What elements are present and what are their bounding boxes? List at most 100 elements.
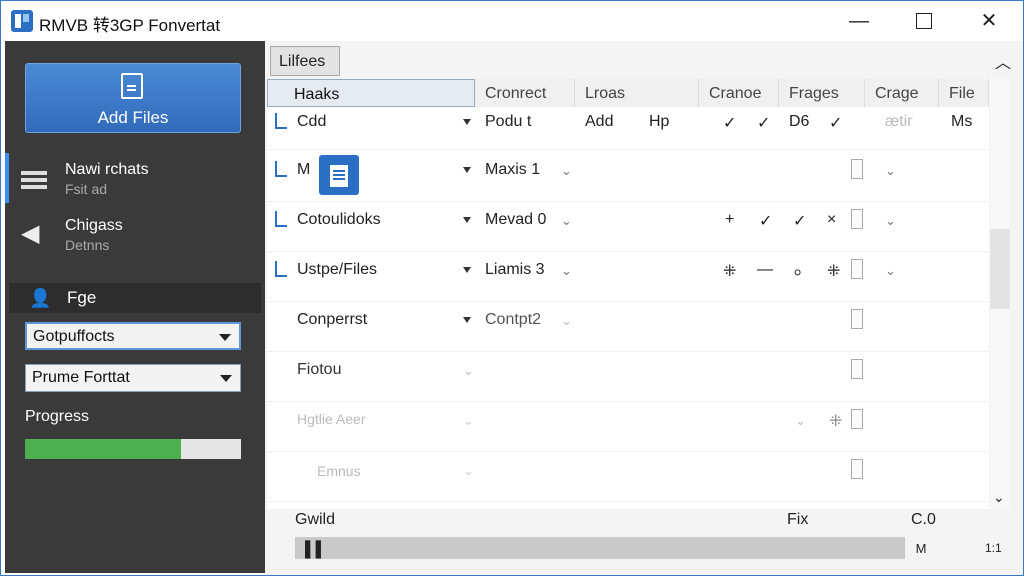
row-handle-icon[interactable]: ⁜ bbox=[829, 411, 842, 431]
chevron-down-icon[interactable] bbox=[463, 167, 471, 173]
row-name: Hgtlie Aeer bbox=[297, 411, 366, 427]
dropdown-value: Prume Forttat bbox=[32, 369, 130, 386]
row-check-2[interactable]: ✓ bbox=[757, 113, 770, 133]
main-panel: Lilfees ︿ Haaks Cronrect Lroas Cranoe Fr… bbox=[265, 41, 1023, 575]
row-check-1[interactable]: ⁜ bbox=[723, 261, 736, 281]
scrollbar-thumb[interactable] bbox=[990, 229, 1010, 309]
hbar-end-label[interactable]: M bbox=[907, 539, 935, 559]
row-convert: Contpt2 bbox=[485, 311, 542, 328]
status-bar: Gwild Fix C.0 bbox=[267, 511, 1007, 539]
column-header[interactable]: Cranoe bbox=[699, 79, 779, 107]
chevron-down-icon[interactable]: ⌄ bbox=[463, 363, 474, 379]
table-row[interactable]: Fiotou ⌄ bbox=[267, 351, 989, 402]
format-dropdown[interactable]: Prume Forttat bbox=[25, 364, 241, 392]
window-title: RMVB 转3GP Fonvertat bbox=[39, 16, 221, 35]
progress-bar bbox=[25, 439, 241, 459]
row-convert: Podu t bbox=[485, 113, 532, 130]
row-convert: Maxis 1 bbox=[485, 161, 541, 178]
row-name: Cdd bbox=[297, 113, 327, 130]
chevron-down-icon[interactable]: ⌄ bbox=[885, 163, 896, 179]
sidebar-item-nav-1[interactable]: Nawi rchats Fsit ad bbox=[5, 153, 265, 203]
document-icon bbox=[121, 73, 143, 99]
row-name: M bbox=[297, 161, 311, 178]
tree-line-icon bbox=[275, 113, 287, 129]
status-mid: Fix bbox=[787, 511, 809, 528]
chevron-down-icon bbox=[220, 375, 232, 382]
document-file-icon bbox=[319, 155, 359, 195]
column-header[interactable]: Haaks bbox=[267, 79, 475, 107]
table-row[interactable]: Emnus ⌄ bbox=[267, 451, 989, 502]
table-row[interactable]: Cotoulidoks Mevad 0 ⌄ + ✓ ✓ × ⌄ bbox=[267, 201, 989, 252]
chevron-down-icon[interactable]: ⌄ bbox=[885, 263, 896, 279]
chevron-down-icon[interactable]: ⌄ bbox=[561, 313, 572, 329]
maximize-button[interactable] bbox=[904, 7, 944, 35]
pause-icon[interactable]: ▌▌ bbox=[305, 541, 326, 558]
output-dropdown[interactable]: Gotpuffocts bbox=[25, 322, 241, 350]
row-checkbox[interactable] bbox=[851, 159, 863, 179]
vertical-scrollbar[interactable] bbox=[990, 79, 1010, 509]
column-header[interactable]: File bbox=[939, 79, 989, 107]
tree-line-icon bbox=[275, 261, 287, 277]
row-crage: ætir bbox=[885, 113, 913, 130]
row-check-3[interactable]: ✓ bbox=[829, 113, 842, 133]
row-extra: Hp bbox=[649, 113, 670, 130]
row-file: Ms bbox=[951, 113, 973, 130]
add-files-label: Add Files bbox=[97, 108, 169, 127]
app-logo-icon bbox=[11, 10, 33, 32]
zoom-level: 1:1 bbox=[985, 541, 1002, 555]
add-files-button[interactable]: Add Files bbox=[25, 63, 241, 133]
title-bar: RMVB 转3GP Fonvertat — ✕ bbox=[1, 1, 1023, 41]
row-checkbox[interactable] bbox=[851, 209, 863, 229]
sidebar-item-label: Nawi rchats bbox=[65, 161, 149, 178]
collapse-icon[interactable]: ︿ bbox=[995, 49, 1011, 73]
row-frames: ✓ bbox=[793, 213, 807, 230]
table-row[interactable]: Hgtlie Aeer ⌄ ⌄ ⁜ bbox=[267, 401, 989, 452]
chevron-down-icon[interactable]: ⌄ bbox=[463, 463, 474, 479]
row-check-1[interactable]: ✓ bbox=[723, 113, 736, 133]
tab-files[interactable]: Lilfees bbox=[270, 46, 340, 76]
chevron-down-icon[interactable]: ⌄ bbox=[795, 413, 806, 429]
column-header[interactable]: Lroas bbox=[575, 79, 699, 107]
table-row[interactable]: Cdd Podu t Add Hp ✓ ✓ D6 ✓ ætir Ms bbox=[267, 109, 989, 150]
row-name: Fiotou bbox=[297, 361, 342, 378]
column-header[interactable]: Frages bbox=[779, 79, 865, 107]
row-checkbox[interactable] bbox=[851, 359, 863, 379]
sidebar-item-nav-2[interactable]: ◀ Chigass Detnns bbox=[5, 209, 265, 259]
horizontal-scrollbar[interactable]: ▌▌ bbox=[295, 537, 905, 559]
list-icon bbox=[21, 165, 49, 191]
row-checkbox[interactable] bbox=[851, 459, 863, 479]
chevron-down-icon[interactable]: ⌄ bbox=[463, 413, 474, 429]
column-header[interactable]: Cronrect bbox=[475, 79, 575, 107]
progress-fill bbox=[25, 439, 181, 459]
close-button[interactable]: ✕ bbox=[969, 7, 1009, 35]
chevron-down-icon[interactable]: ⌄ bbox=[885, 213, 896, 229]
row-check-2[interactable]: ✓ bbox=[759, 211, 772, 231]
scroll-down-icon[interactable]: ⌄ bbox=[993, 489, 1005, 506]
chevron-down-icon[interactable]: ⌄ bbox=[561, 263, 572, 279]
chevron-down-icon[interactable] bbox=[463, 217, 471, 223]
table-row[interactable]: Conperrst Contpt2 ⌄ bbox=[267, 301, 989, 352]
row-checkbox[interactable] bbox=[851, 409, 863, 429]
minimize-button[interactable]: — bbox=[839, 7, 879, 35]
status-left: Gwild bbox=[295, 511, 336, 528]
table-row[interactable]: M Maxis 1 ⌄ ⌄ bbox=[267, 151, 989, 202]
row-checkbox[interactable] bbox=[851, 309, 863, 329]
chevron-down-icon[interactable] bbox=[463, 267, 471, 273]
chevron-down-icon[interactable]: ⌄ bbox=[561, 163, 572, 179]
row-check-3[interactable]: × bbox=[827, 211, 836, 229]
row-check-1[interactable]: + bbox=[725, 211, 734, 229]
row-check-2[interactable]: — bbox=[757, 261, 773, 279]
app-window: RMVB 转3GP Fonvertat — ✕ Add Files Nawi r… bbox=[0, 0, 1024, 576]
row-check-3[interactable]: ⁜ bbox=[827, 261, 840, 281]
sidebar-item-sublabel: Detnns bbox=[65, 237, 110, 253]
table-row[interactable]: Ustpe/Files Liamis 3 ⌄ ⁜ — ⸰ ⁜ ⌄ bbox=[267, 251, 989, 302]
chevron-down-icon[interactable] bbox=[463, 119, 471, 125]
row-name: Ustpe/Files bbox=[297, 261, 378, 278]
row-name: Cotoulidoks bbox=[297, 211, 381, 228]
row-frames: ⸰ bbox=[793, 265, 803, 282]
dropdown-value: Gotpuffocts bbox=[33, 328, 115, 345]
chevron-down-icon[interactable]: ⌄ bbox=[561, 213, 572, 229]
row-checkbox[interactable] bbox=[851, 259, 863, 279]
chevron-down-icon[interactable] bbox=[463, 317, 471, 323]
column-header[interactable]: Crage bbox=[865, 79, 939, 107]
